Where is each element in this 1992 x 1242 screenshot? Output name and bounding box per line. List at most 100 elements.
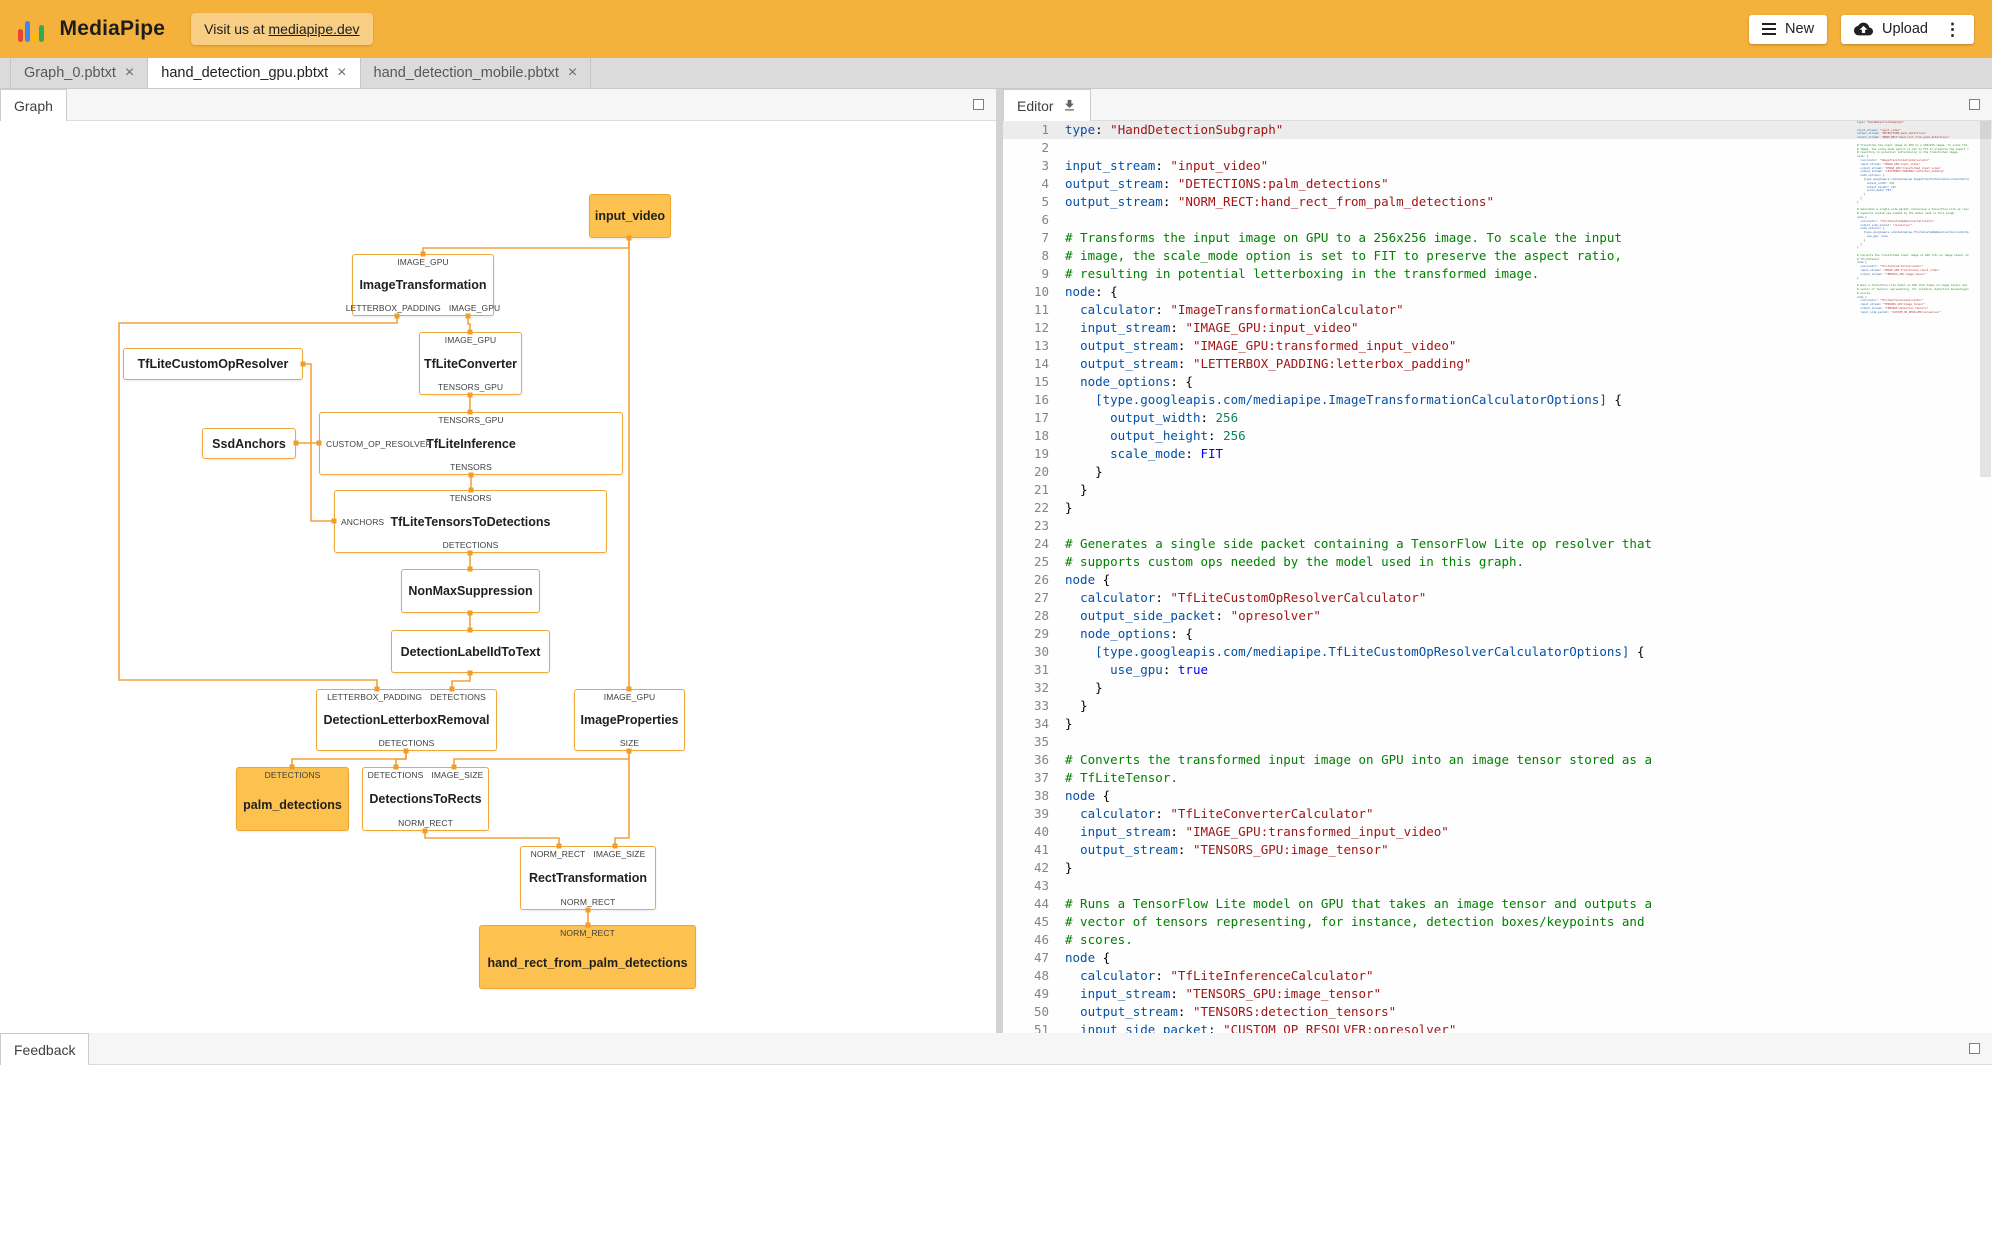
editor-panel-tab[interactable]: Editor	[1003, 89, 1091, 121]
code-line[interactable]: 23	[1003, 517, 1992, 535]
graph-node-NonMaxSuppression[interactable]: NonMaxSuppression	[401, 569, 540, 613]
code-line[interactable]: 48 calculator: "TfLiteInferenceCalculato…	[1003, 967, 1992, 985]
code-line[interactable]: 4 output_stream: "DETECTIONS:palm_detecti…	[1003, 175, 1992, 193]
code-line[interactable]: 40 input_stream: "IMAGE_GPU:transformed_…	[1003, 823, 1992, 841]
code-line[interactable]: 19 scale_mode: FIT	[1003, 445, 1992, 463]
code-line[interactable]: 45 # vector of tensors representing, for …	[1003, 913, 1992, 931]
expand-editor-panel-icon[interactable]	[1969, 99, 1980, 110]
code-line[interactable]: 7 # Transforms the input image on GPU to …	[1003, 229, 1992, 247]
graph-node-RectTransformation[interactable]: NORM_RECT IMAGE_SIZE RectTransformation NOR…	[520, 846, 656, 910]
more-options-icon[interactable]: ⋮	[1937, 21, 1961, 38]
side-port-label: ANCHORS	[341, 516, 385, 527]
upload-button[interactable]: Upload ⋮	[1841, 14, 1974, 44]
code-line[interactable]: 5 output_stream: "NORM_RECT:hand_rect_fro…	[1003, 193, 1992, 211]
code-line[interactable]: 46 # scores.	[1003, 931, 1992, 949]
code-line[interactable]: 35	[1003, 733, 1992, 751]
code-line[interactable]: 36 # Converts the transformed input image…	[1003, 751, 1992, 769]
code-line[interactable]: 10 node: {	[1003, 283, 1992, 301]
file-tab-hand_detection_gpu.pbtxt[interactable]: hand_detection_gpu.pbtxt ×	[148, 58, 361, 88]
graph-node-DetectionLetterboxRemoval[interactable]: LETTERBOX_PADDING DETECTIONS DetectionLett…	[316, 689, 497, 751]
graph-node-ImageProperties[interactable]: IMAGE_GPU ImageProperties SIZE	[574, 689, 685, 751]
code-line[interactable]: 24 # Generates a single side packet conta…	[1003, 535, 1992, 553]
code-text: scale_mode: FIT	[1110, 446, 1224, 461]
editor-minimap[interactable]: type: "HandDetectionSubgraph" input_stre…	[1857, 121, 1969, 1033]
code-text: input_stream: "IMAGE_GPU:input_video"	[1080, 320, 1359, 335]
graph-node-SsdAnchors[interactable]: SsdAnchors	[202, 428, 296, 459]
input-port-label: IMAGE_GPU	[397, 257, 449, 267]
code-line[interactable]: 37 # TfLiteTensor.	[1003, 769, 1992, 787]
graph-node-hand_rect_from_palm_detections[interactable]: NORM_RECT hand_rect_from_palm_detections	[479, 925, 696, 989]
code-line[interactable]: 11 calculator: "ImageTransformationCalcu…	[1003, 301, 1992, 319]
code-line[interactable]: 20 }	[1003, 463, 1992, 481]
code-line[interactable]: 34}	[1003, 715, 1992, 733]
node-name: input_video	[594, 209, 666, 223]
code-line[interactable]: 15 node_options: {	[1003, 373, 1992, 391]
edge-ImageProperties-to-DetectionsToRects	[453, 751, 630, 767]
code-line[interactable]: 22}	[1003, 499, 1992, 517]
code-line[interactable]: 32 }	[1003, 679, 1992, 697]
code-editor[interactable]: 1 type: "HandDetectionSubgraph" 2 3 input_s…	[1003, 121, 1992, 1033]
editor-scrollbar[interactable]	[1978, 121, 1992, 1033]
code-line[interactable]: 38 node {	[1003, 787, 1992, 805]
code-line[interactable]: 28 output_side_packet: "opresolver"	[1003, 607, 1992, 625]
code-line[interactable]: 18 output_height: 256	[1003, 427, 1992, 445]
scrollbar-thumb[interactable]	[1980, 121, 1991, 477]
code-text: calculator: "TfLiteCustomOpResolverCalcu…	[1080, 590, 1427, 605]
tab-close-icon[interactable]: ×	[337, 65, 346, 81]
code-line[interactable]: 44 # Runs a TensorFlow Lite model on GPU …	[1003, 895, 1992, 913]
new-button[interactable]: New	[1749, 14, 1828, 44]
graph-node-DetectionsToRects[interactable]: DETECTIONS IMAGE_SIZE DetectionsToRects NOR…	[362, 767, 489, 831]
code-line[interactable]: 27 calculator: "TfLiteCustomOpResolverCa…	[1003, 589, 1992, 607]
file-tab-Graph_0.pbtxt[interactable]: Graph_0.pbtxt ×	[10, 58, 149, 88]
code-line[interactable]: 13 output_stream: "IMAGE_GPU:transformed…	[1003, 337, 1992, 355]
code-line[interactable]: 42}	[1003, 859, 1992, 877]
code-line[interactable]: 39 calculator: "TfLiteConverterCalculato…	[1003, 805, 1992, 823]
download-graph-icon[interactable]	[1062, 98, 1077, 113]
code-line[interactable]: 33 }	[1003, 697, 1992, 715]
code-line[interactable]: 12 input_stream: "IMAGE_GPU:input_video"	[1003, 319, 1992, 337]
graph-node-ImageTransformation[interactable]: IMAGE_GPU ImageTransformation LETTERBOX_PA…	[346, 254, 500, 316]
code-line[interactable]: 26 node {	[1003, 571, 1992, 589]
code-line[interactable]: 17 output_width: 256	[1003, 409, 1992, 427]
code-line[interactable]: 49 input_stream: "TENSORS_GPU:image_tens…	[1003, 985, 1992, 1003]
code-line[interactable]: 16 [type.googleapis.com/mediapipe.ImageT…	[1003, 391, 1992, 409]
node-name: DetectionLabelIdToText	[400, 644, 541, 659]
tab-close-icon[interactable]: ×	[125, 65, 134, 81]
tab-close-icon[interactable]: ×	[568, 65, 577, 81]
code-line[interactable]: 1 type: "HandDetectionSubgraph"	[1003, 121, 1992, 139]
graph-node-palm_detections[interactable]: DETECTIONS palm_detections	[236, 767, 349, 831]
file-tab-hand_detection_mobile.pbtxt[interactable]: hand_detection_mobile.pbtxt ×	[361, 58, 592, 88]
output-port-label: LETTERBOX_PADDING	[345, 303, 441, 313]
code-line[interactable]: 47 node {	[1003, 949, 1992, 967]
code-line[interactable]: 2	[1003, 139, 1992, 157]
code-line[interactable]: 3 input_stream: "input_video"	[1003, 157, 1992, 175]
code-line[interactable]: 25 # supports custom ops needed by the mo…	[1003, 553, 1992, 571]
expand-feedback-panel-icon[interactable]	[1969, 1043, 1980, 1054]
graph-node-DetectionLabelIdToText[interactable]: DetectionLabelIdToText	[391, 630, 550, 673]
input-port-label: TENSORS_GPU	[438, 415, 504, 425]
code-line[interactable]: 31 use_gpu: true	[1003, 661, 1992, 679]
code-line[interactable]: 6	[1003, 211, 1992, 229]
code-line[interactable]: 43	[1003, 877, 1992, 895]
feedback-panel-tab[interactable]: Feedback	[0, 1033, 90, 1065]
graph-canvas[interactable]: input_video IMAGE_GPU ImageTransformation L…	[0, 121, 996, 1033]
code-line[interactable]: 41 output_stream: "TENSORS_GPU:image_ten…	[1003, 841, 1992, 859]
code-line[interactable]: 9 # resulting in potential letterboxing i…	[1003, 265, 1992, 283]
code-line[interactable]: 21 }	[1003, 481, 1992, 499]
code-line[interactable]: 29 node_options: {	[1003, 625, 1992, 643]
code-line[interactable]: 30 [type.googleapis.com/mediapipe.TfLite…	[1003, 643, 1992, 661]
graph-node-TfLiteConverter[interactable]: IMAGE_GPU TfLiteConverter TENSORS_GPU	[419, 332, 522, 395]
graph-node-input_video[interactable]: input_video	[589, 194, 671, 238]
graph-node-TfLiteCustomOpResolver[interactable]: TfLiteCustomOpResolver	[123, 348, 303, 380]
mediapipe-dev-link[interactable]: mediapipe.dev	[269, 21, 360, 37]
code-line[interactable]: 51 input_side_packet: "CUSTOM_OP_RESOLVE…	[1003, 1021, 1992, 1033]
graph-node-TfLiteInference[interactable]: TENSORS_GPU CUSTOM_OP_RESOLVER TfLiteInfer…	[319, 412, 623, 475]
graph-node-TfLiteTensorsToDetections[interactable]: TENSORS ANCHORS TfLiteTensorsToDetections D…	[334, 490, 607, 553]
expand-graph-panel-icon[interactable]	[973, 99, 984, 110]
graph-panel-tab[interactable]: Graph	[0, 89, 67, 121]
code-text: # TfLiteTensor.	[1065, 770, 1178, 785]
code-line[interactable]: 8 # image, the scale_mode option is set t…	[1003, 247, 1992, 265]
code-line[interactable]: 14 output_stream: "LETTERBOX_PADDING:let…	[1003, 355, 1992, 373]
code-line[interactable]: 50 output_stream: "TENSORS:detection_ten…	[1003, 1003, 1992, 1021]
